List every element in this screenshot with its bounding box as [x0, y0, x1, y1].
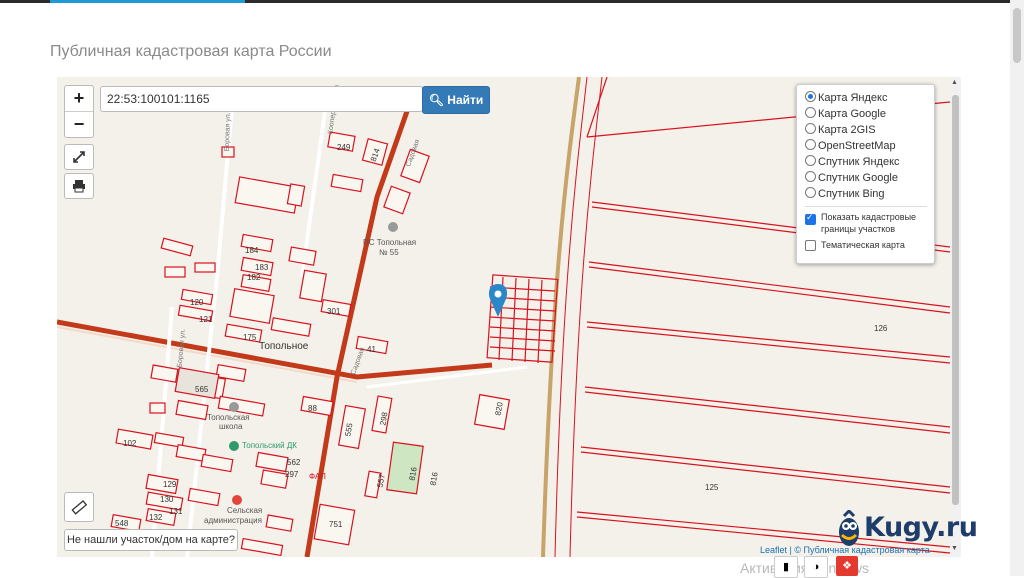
svg-text:131: 131 — [169, 507, 183, 516]
layer-option-yandex-map[interactable]: Карта Яндекс — [805, 91, 887, 105]
layer-option-google-satellite[interactable]: Спутник Google — [805, 171, 898, 185]
measure-button[interactable] — [64, 492, 94, 522]
map-scrollbar[interactable]: ▲ ▼ — [950, 77, 961, 557]
zoom-out-button[interactable]: − — [65, 111, 93, 137]
svg-text:школа: школа — [219, 422, 243, 431]
svg-text:Садовая: Садовая — [350, 347, 366, 376]
map-marker-icon[interactable] — [488, 284, 508, 317]
svg-text:182: 182 — [247, 273, 261, 282]
taskbar-usb-icon[interactable]: ▮ — [774, 556, 798, 578]
svg-text:297: 297 — [285, 470, 299, 479]
svg-text:548: 548 — [115, 519, 129, 528]
zoom-control: + − — [64, 85, 94, 138]
layer-option-bing-satellite[interactable]: Спутник Bing — [805, 187, 885, 201]
svg-text:№ 55: № 55 — [379, 248, 399, 257]
layer-option-yandex-satellite[interactable]: Спутник Яндекс — [805, 155, 900, 169]
not-found-button[interactable]: Не нашли участок/дом на карте? — [64, 529, 238, 551]
svg-text:816: 816 — [429, 471, 440, 486]
svg-text:565: 565 — [195, 385, 209, 394]
layer-option-google-map[interactable]: Карта Google — [805, 107, 886, 121]
svg-text:Боровая ул.: Боровая ул. — [224, 112, 232, 151]
page-scrollbar[interactable] — [1010, 0, 1024, 576]
logo-text: Kugy.ru — [864, 512, 978, 543]
svg-text:41: 41 — [367, 345, 376, 354]
thematic-map-checkbox[interactable] — [805, 240, 816, 251]
svg-text:121: 121 — [199, 315, 213, 324]
thematic-map-label: Тематическая карта — [821, 240, 905, 250]
layers-divider — [805, 206, 927, 207]
svg-text:562: 562 — [287, 458, 301, 467]
svg-text:126: 126 — [874, 324, 888, 333]
fullscreen-button[interactable] — [64, 144, 94, 170]
svg-text:Боровая ул.: Боровая ул. — [177, 329, 187, 368]
svg-text:ФАП: ФАП — [309, 472, 326, 481]
find-button[interactable]: 🔍︎ Найти — [422, 86, 490, 114]
cadastral-number-search-input[interactable] — [100, 86, 423, 112]
page-title: Публичная кадастровая карта России — [50, 43, 332, 60]
svg-text:120: 120 — [190, 298, 204, 307]
svg-text:557: 557 — [376, 473, 387, 488]
show-boundaries-checkbox[interactable] — [805, 212, 816, 225]
radio-icon[interactable] — [805, 91, 816, 102]
svg-text:Топольская: Топольская — [207, 413, 250, 422]
printer-icon — [73, 180, 85, 193]
zoom-in-button[interactable]: + — [65, 86, 93, 111]
show-boundaries-label: Показать кадастровые границы участков — [821, 212, 917, 234]
map-scrollbar-thumb[interactable] — [952, 95, 959, 505]
svg-text:132: 132 — [149, 513, 163, 522]
svg-text:125: 125 — [705, 483, 719, 492]
svg-text:751: 751 — [329, 520, 343, 529]
search-icon: 🔍︎ — [428, 93, 444, 107]
svg-text:129: 129 — [163, 480, 177, 489]
layers-panel: Карта Яндекс Карта Google Карта 2GIS Ope… — [796, 84, 935, 264]
radio-icon[interactable] — [805, 187, 816, 198]
svg-text:Сельская: Сельская — [227, 506, 262, 515]
radio-icon[interactable] — [805, 123, 816, 134]
ruler-icon — [71, 500, 88, 515]
parcel-label: 249 — [337, 143, 351, 152]
mascot-icon — [839, 510, 859, 546]
page-scrollbar-thumb[interactable] — [1013, 8, 1021, 63]
svg-text:ПС Топольная: ПС Топольная — [363, 238, 416, 247]
taskbar-app-icon[interactable]: ❖ — [836, 556, 858, 576]
layer-option-openstreetmap[interactable]: OpenStreetMap — [805, 139, 896, 153]
svg-text:Топольский ДК: Топольский ДК — [242, 441, 297, 450]
svg-text:301: 301 — [327, 307, 341, 316]
top-bar-accent — [50, 0, 245, 3]
layer-option-2gis-map[interactable]: Карта 2GIS — [805, 123, 876, 137]
expand-icon — [73, 151, 85, 163]
radio-icon[interactable] — [805, 155, 816, 166]
svg-text:130: 130 — [160, 495, 174, 504]
svg-text:администрация: администрация — [204, 516, 262, 525]
svg-text:88: 88 — [308, 404, 317, 413]
scroll-up-icon[interactable]: ▲ — [951, 79, 958, 86]
svg-text:102: 102 — [123, 439, 137, 448]
taskbar-shield-icon[interactable]: ◑ — [804, 556, 828, 578]
radio-icon[interactable] — [805, 139, 816, 150]
radio-icon[interactable] — [805, 171, 816, 182]
print-button[interactable] — [64, 173, 94, 199]
find-button-label: Найти — [447, 93, 484, 107]
svg-text:184: 184 — [245, 246, 259, 255]
svg-text:175: 175 — [243, 333, 257, 342]
svg-text:Топольное: Топольное — [259, 341, 309, 352]
kugy-logo: Kugy.ru — [836, 510, 996, 550]
radio-icon[interactable] — [805, 107, 816, 118]
svg-text:183: 183 — [255, 263, 269, 272]
